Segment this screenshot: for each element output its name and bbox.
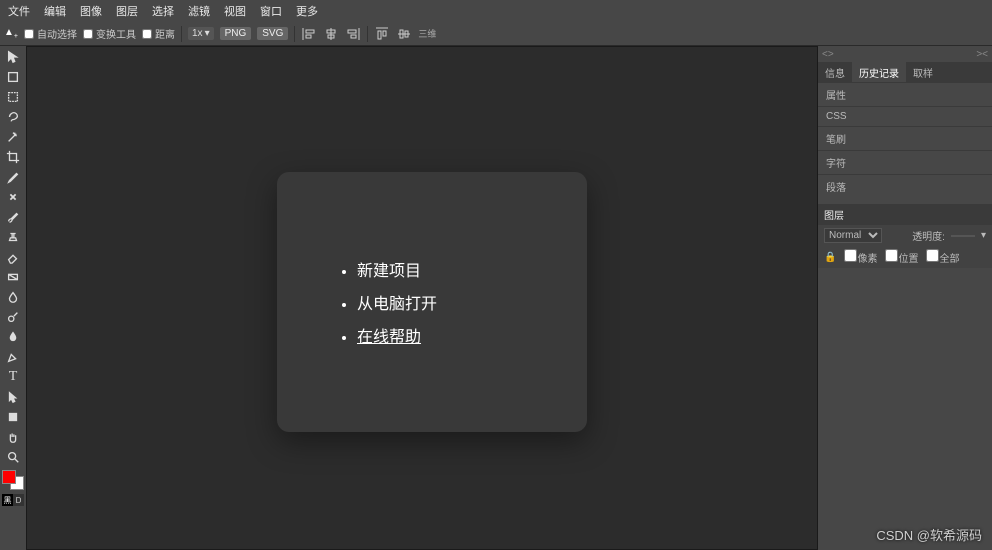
zoom-tool[interactable] xyxy=(2,448,24,466)
collapse-left-icon[interactable]: <> xyxy=(822,49,834,60)
watermark-text: CSDN @软希源码 xyxy=(876,525,982,544)
distance-checkbox[interactable]: 距离 xyxy=(142,26,175,41)
tab-history[interactable]: 历史记录 xyxy=(852,62,906,83)
options-bar: ▲+ 自动选择 变换工具 距离 1x▾ PNG SVG 三维 xyxy=(0,22,992,46)
spot-heal-tool[interactable] xyxy=(2,188,24,206)
new-project-button[interactable]: 新建项目 xyxy=(357,257,587,281)
type-tool[interactable]: T xyxy=(2,368,24,386)
color-swatches[interactable] xyxy=(2,470,24,490)
marquee-tool[interactable] xyxy=(2,88,24,106)
layers-list xyxy=(818,268,992,550)
menu-view[interactable]: 视图 xyxy=(224,3,246,19)
workspace-canvas: 新建项目 从电脑打开 在线帮助 xyxy=(26,46,818,550)
three-d-button[interactable]: 三维 xyxy=(418,26,436,42)
hand-tool[interactable] xyxy=(2,428,24,446)
lasso-tool[interactable] xyxy=(2,108,24,126)
chevron-down-icon: ▾ xyxy=(205,28,210,39)
lock-pixels-checkbox[interactable]: 像素 xyxy=(844,249,877,265)
black-label: 黑 xyxy=(2,494,13,506)
foreground-color-swatch[interactable] xyxy=(2,470,16,484)
menu-filter[interactable]: 滤镜 xyxy=(188,3,210,19)
bucket-tool[interactable] xyxy=(2,328,24,346)
magic-wand-tool[interactable] xyxy=(2,128,24,146)
open-from-computer-button[interactable]: 从电脑打开 xyxy=(357,290,587,314)
export-svg-button[interactable]: SVG xyxy=(257,27,288,40)
tool-bar: T 黑 D xyxy=(0,46,26,550)
move-tool[interactable] xyxy=(2,48,24,66)
panel-css[interactable]: CSS xyxy=(818,106,992,126)
align-top-icon[interactable] xyxy=(374,26,390,42)
menu-more[interactable]: 更多 xyxy=(296,3,318,19)
tab-info[interactable]: 信息 xyxy=(818,62,852,83)
default-label: D xyxy=(13,494,24,506)
separator xyxy=(181,26,182,42)
menu-layer[interactable]: 图层 xyxy=(116,3,138,19)
blur-tool[interactable] xyxy=(2,288,24,306)
shape-tool[interactable] xyxy=(2,408,24,426)
panel-attributes[interactable]: 属性 xyxy=(818,82,992,106)
lock-all-checkbox[interactable]: 全部 xyxy=(926,249,959,265)
collapse-right-icon[interactable]: >< xyxy=(976,49,988,60)
move-icon: ▲+ xyxy=(4,27,18,40)
layers-panel-title[interactable]: 图层 xyxy=(818,204,992,225)
gradient-tool[interactable] xyxy=(2,268,24,286)
menu-bar: 文件 编辑 图像 图层 选择 滤镜 视图 窗口 更多 xyxy=(0,0,992,22)
separator xyxy=(294,26,295,42)
welcome-dialog: 新建项目 从电脑打开 在线帮助 xyxy=(277,172,587,432)
dodge-tool[interactable] xyxy=(2,308,24,326)
artboard-tool[interactable] xyxy=(2,68,24,86)
pen-tool[interactable] xyxy=(2,348,24,366)
zoom-dropdown[interactable]: 1x▾ xyxy=(188,27,214,40)
path-select-tool[interactable] xyxy=(2,388,24,406)
align-right-icon[interactable] xyxy=(345,26,361,42)
menu-image[interactable]: 图像 xyxy=(80,3,102,19)
tab-sample[interactable]: 取样 xyxy=(906,62,940,83)
panel-paragraph[interactable]: 段落 xyxy=(818,174,992,198)
menu-edit[interactable]: 编辑 xyxy=(44,3,66,19)
transform-tool-checkbox[interactable]: 变换工具 xyxy=(83,26,136,41)
right-panels: <> >< 信息 历史记录 取样 属性 CSS 笔刷 字符 段落 图层 Norm… xyxy=(818,46,992,550)
auto-select-checkbox[interactable]: 自动选择 xyxy=(24,26,77,41)
swatch-reset[interactable]: 黑 D xyxy=(2,494,24,506)
menu-select[interactable]: 选择 xyxy=(152,3,174,19)
export-png-button[interactable]: PNG xyxy=(220,27,252,40)
align-center-v-icon[interactable] xyxy=(396,26,412,42)
menu-file[interactable]: 文件 xyxy=(8,3,30,19)
menu-window[interactable]: 窗口 xyxy=(260,3,282,19)
align-left-icon[interactable] xyxy=(301,26,317,42)
separator xyxy=(367,26,368,42)
panel-character[interactable]: 字符 xyxy=(818,150,992,174)
opacity-label: 透明度: xyxy=(888,228,945,243)
eyedropper-tool[interactable] xyxy=(2,168,24,186)
clone-stamp-tool[interactable] xyxy=(2,228,24,246)
crop-tool[interactable] xyxy=(2,148,24,166)
eraser-tool[interactable] xyxy=(2,248,24,266)
panel-brush[interactable]: 笔刷 xyxy=(818,126,992,150)
opacity-value[interactable] xyxy=(951,235,975,237)
online-help-link[interactable]: 在线帮助 xyxy=(357,323,587,347)
lock-position-checkbox[interactable]: 位置 xyxy=(885,249,918,265)
align-center-h-icon[interactable] xyxy=(323,26,339,42)
lock-icon[interactable]: 🔒 xyxy=(824,252,836,263)
brush-tool[interactable] xyxy=(2,208,24,226)
chevron-down-icon[interactable]: ▾ xyxy=(981,230,986,241)
blend-mode-select[interactable]: Normal xyxy=(824,228,882,243)
